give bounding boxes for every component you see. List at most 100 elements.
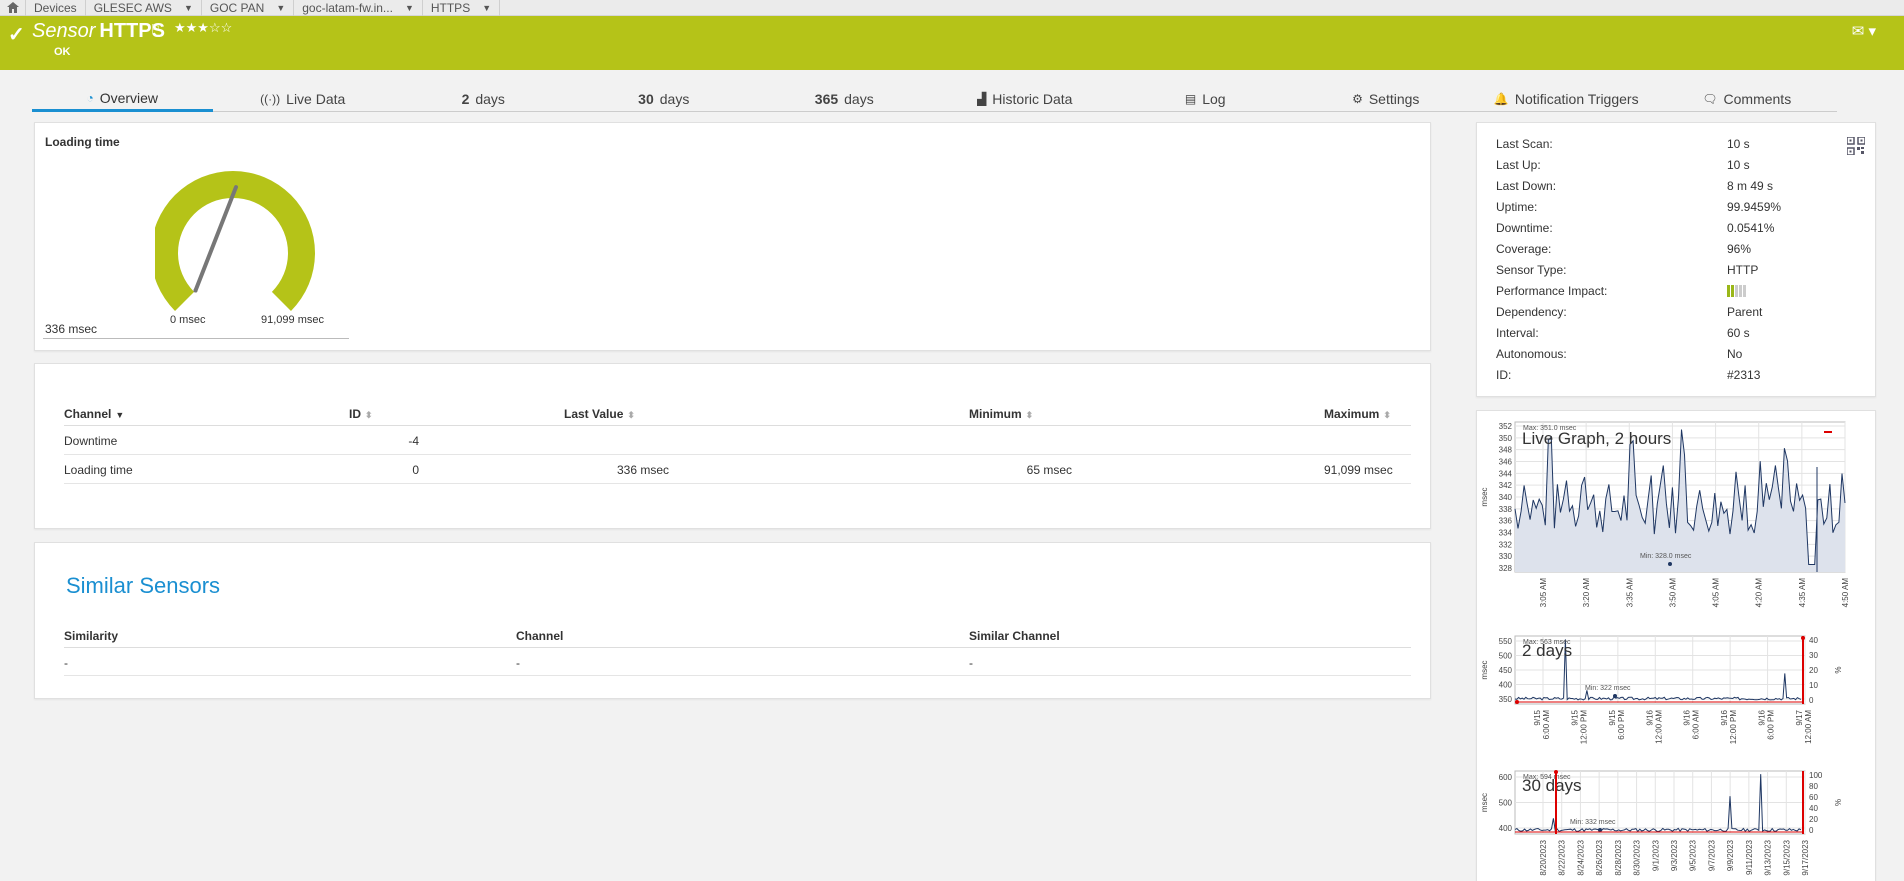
cell-channel[interactable]: Loading time — [64, 454, 349, 484]
axis-tick-label: 3:50 AM — [1668, 578, 1677, 608]
col-maximum[interactable]: Maximum ⬍ — [1134, 402, 1411, 426]
info-value: #2313 — [1727, 368, 1761, 382]
axis-tick-label: 6:00 AM — [1542, 710, 1551, 740]
tab-label: days — [844, 90, 874, 107]
info-label: ID: — [1496, 368, 1512, 382]
axis-tick-label: 340 — [1499, 493, 1513, 502]
info-label: Downtime: — [1496, 221, 1553, 235]
tab-label: Log — [1202, 90, 1226, 107]
priority-stars[interactable]: ★★★☆☆ — [174, 20, 232, 36]
axis-tick-label: 346 — [1499, 458, 1513, 467]
axis-tick-label: 334 — [1499, 529, 1513, 538]
cell-channel[interactable]: Downtime — [64, 425, 349, 455]
gauge-panel: Loading time 0 msec 91,099 msec 336 msec — [34, 122, 1431, 351]
axis-tick-label: 450 — [1499, 666, 1513, 675]
info-value: 8 m 49 s — [1727, 179, 1774, 193]
tab-comments[interactable]: 🗨 Comments — [1656, 88, 1837, 112]
info-row-performance-impact: Performance Impact: — [1496, 284, 1856, 298]
performance-impact-bar — [1727, 285, 1746, 297]
y2-axis-label: % — [1833, 799, 1842, 806]
mail-icon[interactable]: ✉ ▾ — [1852, 22, 1876, 40]
tab-overview[interactable]: ◔ Overview — [32, 88, 213, 112]
chevron-down-icon[interactable]: ▼ — [184, 3, 193, 13]
impact-segment — [1743, 285, 1746, 297]
info-label: Uptime: — [1496, 200, 1538, 214]
gauge-min-label: 0 msec — [170, 314, 206, 326]
axis-tick-label: 9/16 — [1758, 709, 1767, 725]
axis-tick-label: 8/26/2023 — [1595, 839, 1604, 875]
breadcrumb-item[interactable]: goc-latam-fw.in... ▼ — [294, 0, 423, 16]
breadcrumb-item[interactable]: Devices — [26, 0, 86, 16]
tab-label: Historic Data — [992, 90, 1073, 107]
tab-days-2[interactable]: 2 days — [393, 88, 574, 112]
graph-30-days[interactable]: 6005004008/20/2023 8/22/2023 8/24/2023 8/26… — [1477, 766, 1877, 881]
tab-historic-data[interactable]: ▟ Historic Data — [934, 88, 1115, 112]
cell-last-value — [439, 425, 789, 455]
axis-tick-label: 9/15 — [1533, 709, 1542, 725]
graph-2-days[interactable]: 5505004504003509/15 6:00 AM 9/15 12:00 PM 9/… — [1477, 631, 1877, 761]
home-icon[interactable] — [0, 0, 26, 16]
similar-sensors-panel: Similar Sensors Similarity Channel Simil… — [34, 542, 1431, 699]
tab-notification-triggers[interactable]: 🔔 Notification Triggers — [1476, 88, 1657, 112]
info-label: Sensor Type: — [1496, 263, 1567, 277]
live-graph-2-hours[interactable]: 352 350 348 346 344 342 340 338 336 334 332 330 328 3… — [1477, 417, 1877, 617]
impact-segment — [1739, 285, 1742, 297]
cell-maximum: 91,099 msec — [1134, 454, 1411, 484]
cell-channel: - — [516, 647, 969, 676]
axis-tick-label: 9/15 — [1570, 709, 1579, 725]
flag-icon[interactable]: ⚐ — [150, 22, 161, 36]
axis-tick-label: 4:20 AM — [1755, 578, 1764, 608]
axis-tick-label: 9/16 — [1683, 709, 1692, 725]
col-last-value[interactable]: Last Value ⬍ — [439, 402, 789, 426]
info-value[interactable]: Parent — [1727, 305, 1762, 319]
table-row[interactable]: Downtime -4 — [64, 425, 1411, 455]
tab-log[interactable]: ▤ Log — [1115, 88, 1296, 112]
info-value: 10 s — [1727, 137, 1750, 151]
axis-tick-label: 8/20/2023 — [1539, 839, 1548, 875]
axis-tick-label: 500 — [1499, 652, 1513, 661]
axis-tick-label: 3:05 AM — [1539, 578, 1548, 608]
tab-settings[interactable]: ⚙ Settings — [1295, 88, 1476, 112]
chevron-down-icon[interactable]: ▼ — [482, 3, 491, 13]
graph-title: 30 days — [1522, 776, 1582, 795]
min-label: Min: 328.0 msec — [1640, 553, 1692, 560]
impact-segment — [1731, 285, 1734, 297]
tab-days-30[interactable]: 30 days — [573, 88, 754, 112]
info-row-last-up: Last Up: 10 s — [1496, 158, 1856, 172]
sort-icon: ⬍ — [1383, 410, 1391, 420]
info-label: Interval: — [1496, 326, 1539, 340]
col-id[interactable]: ID ⬍ — [349, 402, 439, 426]
table-row[interactable]: Loading time 0 336 msec 65 msec 91,099 msec — [64, 454, 1411, 484]
info-value: 60 s — [1727, 326, 1750, 340]
col-channel[interactable]: Channel ▼ — [64, 402, 349, 426]
breadcrumb-item[interactable]: GOC PAN ▼ — [202, 0, 295, 16]
axis-tick-label: 352 — [1499, 422, 1513, 431]
info-label: Last Scan: — [1496, 137, 1553, 151]
min-marker — [1613, 694, 1617, 698]
col-minimum[interactable]: Minimum ⬍ — [789, 402, 1134, 426]
tab-days-365[interactable]: 365 days — [754, 88, 935, 112]
min-label: Min: 322 msec — [1585, 685, 1631, 692]
info-row-last-scan: Last Scan: 10 s — [1496, 137, 1856, 151]
info-value: 0.0541% — [1727, 221, 1775, 235]
col-minimum-label: Minimum — [969, 407, 1022, 421]
chevron-down-icon[interactable]: ▼ — [405, 3, 414, 13]
divider — [43, 338, 349, 339]
info-row-coverage: Coverage: 96% — [1496, 242, 1856, 256]
axis-tick-label: 9/7/2023 — [1707, 839, 1716, 871]
tab-live-data[interactable]: ((·)) Live Data — [212, 88, 393, 112]
breadcrumb-item[interactable]: HTTPS ▼ — [423, 0, 501, 16]
col-last-value-label: Last Value — [564, 407, 624, 421]
tab-icon: 🔔 — [1493, 91, 1509, 106]
info-label: Dependency: — [1496, 305, 1567, 319]
cell-maximum — [1134, 425, 1411, 455]
breadcrumb-item[interactable]: GLESEC AWS ▼ — [86, 0, 202, 16]
axis-tick-label: 350 — [1499, 695, 1513, 704]
tab-label: Settings — [1368, 90, 1420, 107]
axis-tick-label: 9/17/2023 — [1801, 839, 1810, 875]
axis-tick-label: 8/22/2023 — [1558, 839, 1567, 875]
downtime-point — [1554, 770, 1558, 774]
gauge-title: Loading time — [45, 135, 120, 149]
axis-tick-label: 330 — [1499, 552, 1513, 561]
chevron-down-icon[interactable]: ▼ — [276, 3, 285, 13]
